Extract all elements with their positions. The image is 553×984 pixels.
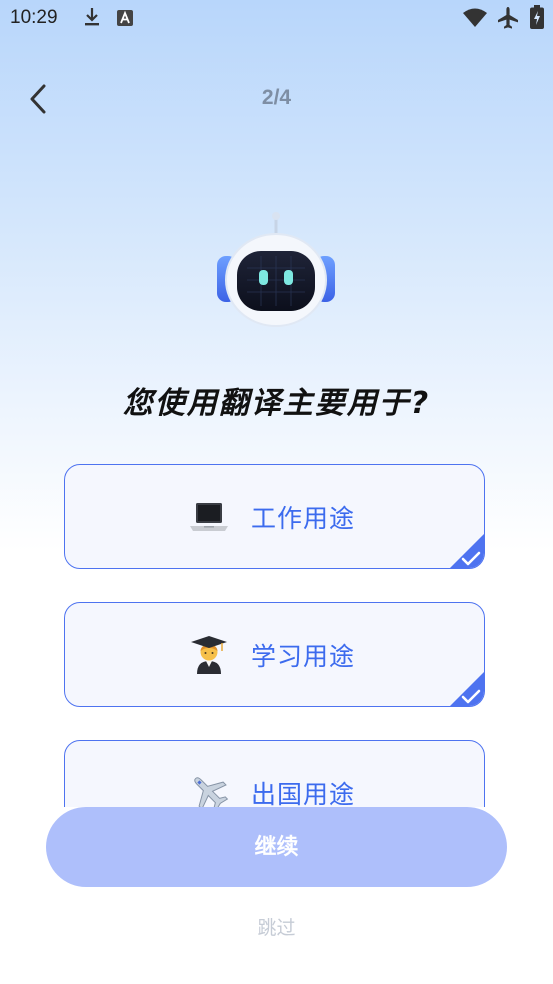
continue-button[interactable]: 继续	[46, 807, 507, 887]
selected-check-icon	[450, 672, 484, 706]
step-indicator: 2/4	[261, 86, 292, 109]
airplane-icon	[194, 777, 229, 807]
question-title: 您使用翻译主要用于?	[122, 386, 431, 421]
download-icon	[85, 8, 99, 26]
selected-check-icon	[450, 534, 484, 568]
battery-icon	[530, 5, 544, 29]
laptop-icon	[190, 503, 228, 531]
option-work[interactable]: 工作用途	[64, 464, 485, 569]
option-label: 出国用途	[251, 780, 356, 807]
airplane-mode-icon	[498, 7, 518, 29]
wifi-icon	[463, 8, 487, 27]
option-label: 工作用途	[251, 504, 356, 533]
continue-button-label: 继续	[254, 834, 299, 859]
options-list: 工作用途 学习用途 出国用途	[64, 464, 489, 807]
graduate-student-icon	[191, 636, 227, 674]
skip-link[interactable]: 跳过	[0, 913, 553, 940]
option-travel[interactable]: 出国用途	[64, 740, 485, 807]
status-bar: 10:29	[0, 0, 553, 36]
robot-mascot-icon	[217, 212, 335, 327]
option-label: 学习用途	[251, 642, 356, 671]
translate-app-icon	[117, 10, 133, 26]
option-study[interactable]: 学习用途	[64, 602, 485, 707]
status-time: 10:29	[10, 7, 58, 28]
